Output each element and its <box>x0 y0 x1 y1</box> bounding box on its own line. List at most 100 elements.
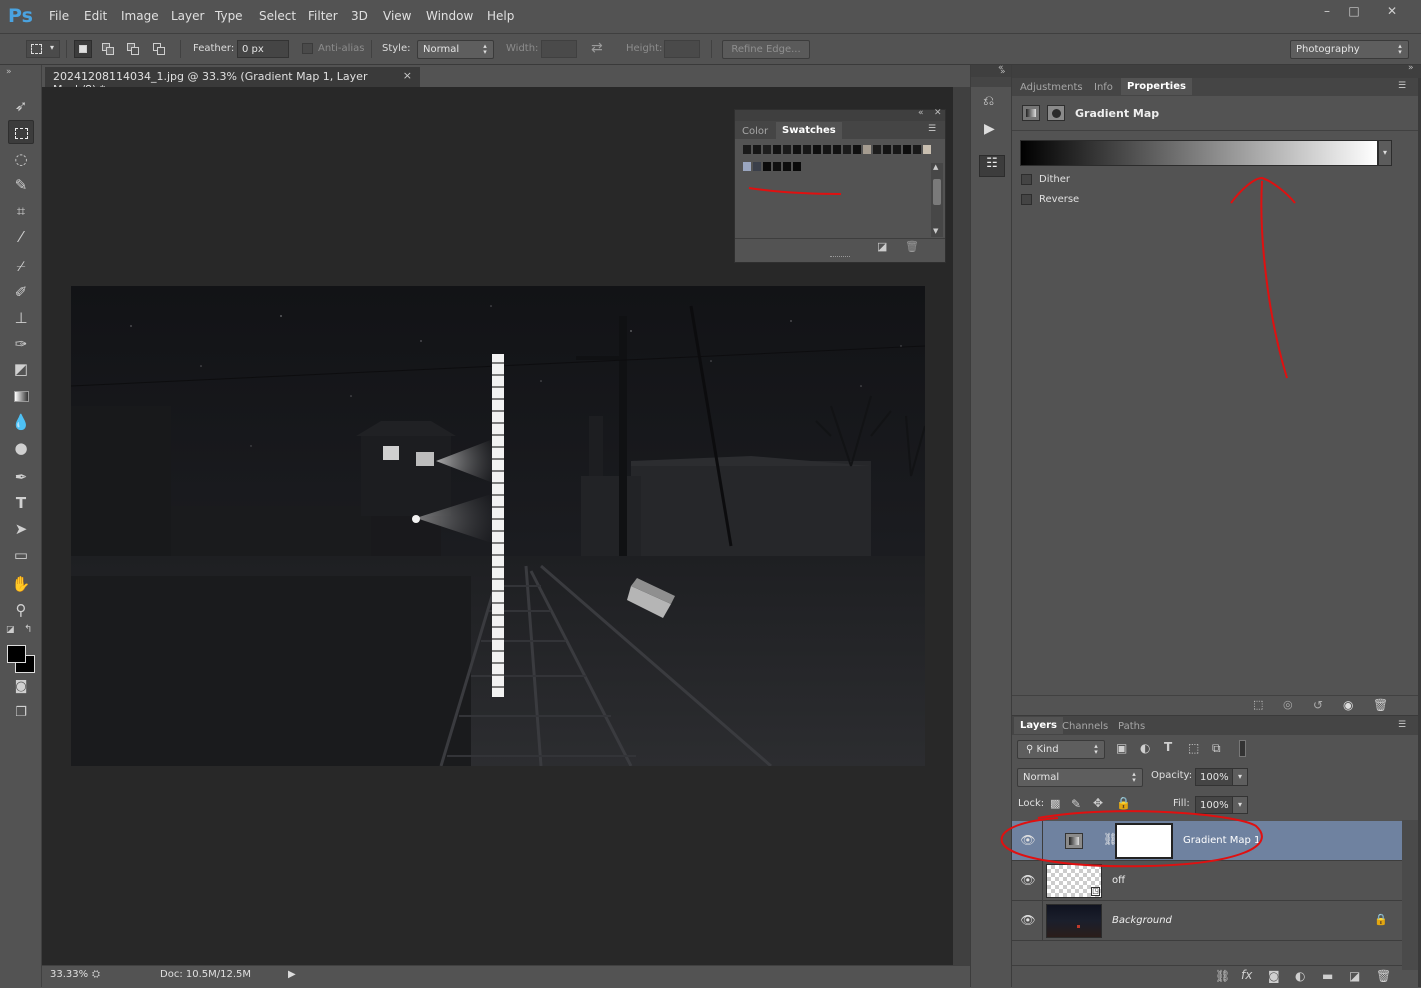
layer-row-background[interactable]: 👁 Background 🔒 <box>1012 901 1402 941</box>
color-swatch[interactable] <box>753 145 762 154</box>
filter-toggle-switch[interactable] <box>1239 740 1246 757</box>
layer-name[interactable]: Background <box>1112 915 1172 926</box>
type-tool-icon[interactable]: T <box>8 491 34 515</box>
collapse-panel-icon[interactable]: « <box>918 108 924 118</box>
panel-menu-icon[interactable]: ☰ <box>1398 81 1406 91</box>
gradient-tool-icon[interactable] <box>8 384 34 408</box>
style-select[interactable]: Normal <box>417 40 494 59</box>
menu-help[interactable]: Help <box>487 9 514 23</box>
layers-scrollbar[interactable] <box>1402 820 1418 970</box>
gradient-preview[interactable] <box>1020 140 1378 166</box>
tab-swatches[interactable]: Swatches <box>776 122 842 139</box>
color-swatch[interactable] <box>793 162 802 171</box>
color-swatch[interactable] <box>813 145 822 154</box>
color-swatch[interactable] <box>763 162 772 171</box>
menu-image[interactable]: Image <box>121 9 159 23</box>
delete-adjustment-icon[interactable]: 🗑 <box>1373 698 1388 712</box>
swap-arrows-icon[interactable]: ⇄ <box>591 40 603 56</box>
swap-colors-icon[interactable]: ↰ <box>24 624 32 635</box>
blur-tool-icon[interactable]: 💧 <box>8 410 34 434</box>
pen-tool-icon[interactable]: ✒ <box>8 465 34 489</box>
collapse-right-dock-icon[interactable]: » <box>1408 63 1414 73</box>
width-input[interactable] <box>541 40 577 58</box>
workspace-select[interactable]: Photography <box>1290 40 1409 59</box>
color-swatch[interactable] <box>893 145 902 154</box>
path-selection-tool-icon[interactable]: ➤ <box>8 517 34 541</box>
blend-mode-select[interactable]: Normal <box>1017 768 1143 787</box>
new-selection-icon[interactable] <box>74 40 92 58</box>
delete-layer-icon[interactable]: 🗑 <box>1376 969 1391 983</box>
tool-preset-picker[interactable]: ▾ <box>26 40 60 58</box>
color-swatch[interactable] <box>863 145 872 154</box>
color-swatch[interactable] <box>843 145 852 154</box>
filter-smart-object-icon[interactable]: ⧉ <box>1212 741 1221 756</box>
lasso-tool-icon[interactable]: ◌ <box>8 147 34 171</box>
scroll-thumb[interactable] <box>933 179 941 205</box>
panel-menu-icon[interactable]: ☰ <box>1398 720 1406 730</box>
toggle-visibility-icon[interactable]: ◉ <box>1343 698 1353 712</box>
color-swatch[interactable] <box>923 145 932 154</box>
collapse-arrows-icon[interactable]: » <box>6 67 12 77</box>
color-swatch[interactable] <box>803 145 812 154</box>
filter-kind-select[interactable]: ⚲ Kind <box>1017 740 1105 759</box>
dither-checkbox[interactable] <box>1021 174 1032 185</box>
tab-info[interactable]: Info <box>1088 79 1119 96</box>
panel-menu-icon[interactable]: ☰ <box>928 124 936 134</box>
tab-adjustments[interactable]: Adjustments <box>1014 79 1089 96</box>
minimize-button[interactable]: – <box>1314 2 1340 20</box>
panel-header-strip[interactable]: « ✕ <box>735 108 945 121</box>
default-colors-icon[interactable]: ◪ <box>6 625 15 635</box>
tab-paths[interactable]: Paths <box>1112 718 1151 735</box>
filter-shape-layer-icon[interactable]: ⬚ <box>1188 741 1199 755</box>
status-info-icon[interactable]: ⛭ <box>92 969 100 980</box>
menu-file[interactable]: File <box>49 9 69 23</box>
color-swatch[interactable] <box>783 145 792 154</box>
clone-stamp-tool-icon[interactable]: ⊥ <box>8 306 34 330</box>
refine-edge-button[interactable]: Refine Edge... <box>722 40 810 59</box>
vertical-scrollbar[interactable] <box>953 87 970 965</box>
eye-icon[interactable]: 👁 <box>1020 873 1036 887</box>
link-layers-icon[interactable]: ⛓ <box>1215 969 1230 983</box>
right-dock-header[interactable]: » <box>1012 63 1421 78</box>
dock-arrows-icon[interactable]: » <box>1000 67 1006 77</box>
dodge-tool-icon[interactable]: ● <box>8 436 34 460</box>
menu-3d[interactable]: 3D <box>351 9 368 23</box>
eraser-tool-icon[interactable]: ◩ <box>8 357 34 381</box>
view-previous-state-icon[interactable]: ◎ <box>1283 698 1293 711</box>
height-input[interactable] <box>664 40 700 58</box>
color-swatch[interactable] <box>823 145 832 154</box>
layer-name[interactable]: off <box>1112 875 1125 886</box>
opacity-input[interactable]: 100% <box>1195 768 1233 786</box>
status-menu-arrow-icon[interactable]: ▶ <box>288 969 296 980</box>
hand-tool-icon[interactable]: ✋ <box>8 572 34 596</box>
new-swatch-icon[interactable]: ◪ <box>877 240 887 253</box>
filter-adjustment-layer-icon[interactable]: ◐ <box>1140 741 1150 755</box>
zoom-tool-icon[interactable]: ⚲ <box>8 598 34 622</box>
close-window-button[interactable]: ✕ <box>1377 2 1407 20</box>
gradient-dropdown-arrow-icon[interactable]: ▾ <box>1378 140 1392 166</box>
rectangular-marquee-tool-icon[interactable] <box>8 120 34 144</box>
screen-mode-icon[interactable]: ❐ <box>8 701 34 725</box>
menu-layer[interactable]: Layer <box>171 9 204 23</box>
color-swatch[interactable] <box>753 162 762 171</box>
crop-tool-icon[interactable]: ⌗ <box>8 199 34 223</box>
brush-tool-icon[interactable]: ✐ <box>8 280 34 304</box>
color-swatch[interactable] <box>743 145 752 154</box>
history-icon[interactable]: ⎌ <box>983 93 994 109</box>
menu-edit[interactable]: Edit <box>84 9 107 23</box>
resize-grip[interactable] <box>830 256 850 259</box>
color-swatch[interactable] <box>873 145 882 154</box>
opacity-slider-arrow-icon[interactable]: ▾ <box>1232 768 1248 786</box>
zoom-level[interactable]: 33.33% <box>50 969 88 980</box>
delete-swatch-icon[interactable]: 🗑 <box>905 240 919 253</box>
reverse-checkbox[interactable] <box>1021 194 1032 205</box>
rectangle-tool-icon[interactable]: ▭ <box>8 543 34 567</box>
reset-adjustment-icon[interactable]: ↺ <box>1313 698 1323 712</box>
new-layer-icon[interactable]: ◪ <box>1349 969 1360 983</box>
subtract-from-selection-icon[interactable] <box>124 40 142 58</box>
color-swatch[interactable] <box>883 145 892 154</box>
color-swatch[interactable] <box>833 145 842 154</box>
color-swatch[interactable] <box>763 145 772 154</box>
menu-window[interactable]: Window <box>426 9 473 23</box>
menu-filter[interactable]: Filter <box>308 9 338 23</box>
